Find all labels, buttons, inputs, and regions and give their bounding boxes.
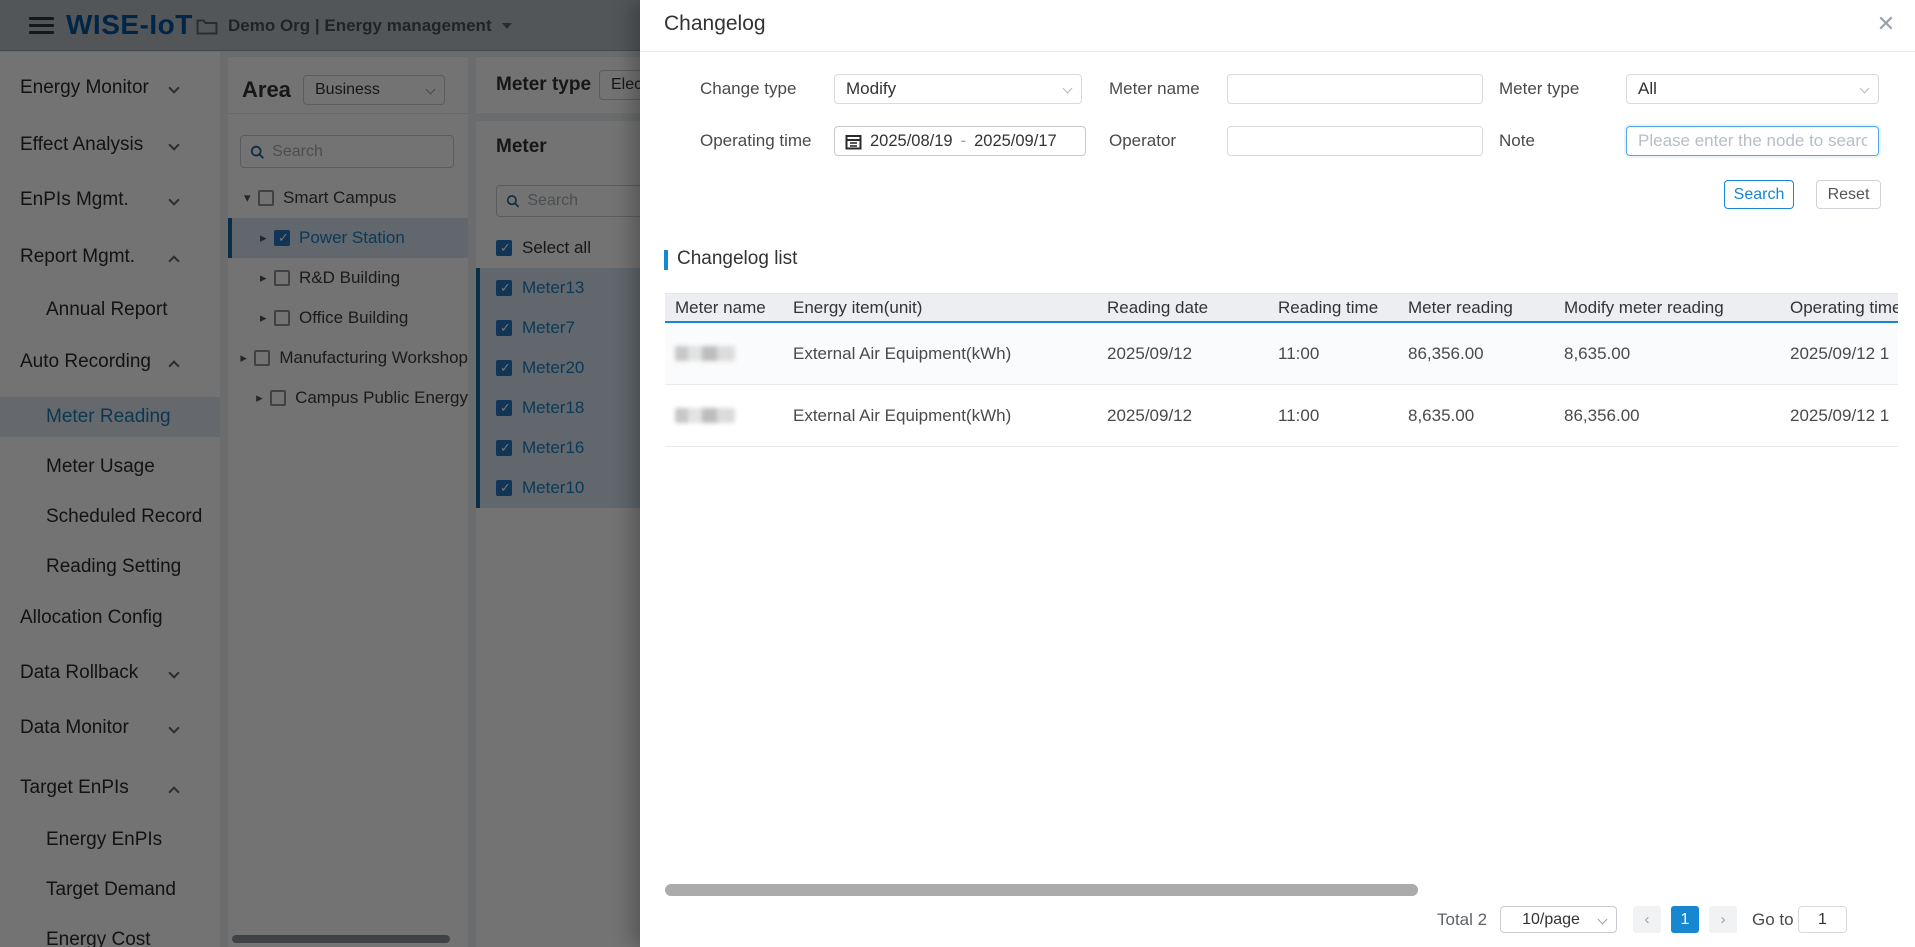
meter-name-input[interactable] — [1227, 74, 1483, 104]
table-header-row: Meter name Energy item(unit) Reading dat… — [665, 293, 1898, 323]
change-type-label: Change type — [700, 74, 796, 104]
meter-type-filter-label: Meter type — [1499, 74, 1579, 104]
col-reading-date: Reading date — [1107, 294, 1278, 321]
goto-page-input[interactable] — [1798, 906, 1847, 933]
modal-title: Changelog — [664, 12, 766, 36]
search-button[interactable]: Search — [1724, 180, 1794, 209]
app-root: WISE-IoT Demo Org | Energy management En… — [0, 0, 1915, 947]
close-icon[interactable]: ✕ — [1870, 8, 1902, 40]
col-energy-item: Energy item(unit) — [793, 294, 1107, 321]
goto-label: Go to — [1752, 906, 1794, 933]
next-page-button[interactable]: › — [1709, 906, 1737, 933]
changelog-modal: Changelog ✕ Change type Modify Meter nam… — [640, 0, 1915, 947]
redacted-meter-name — [675, 408, 735, 423]
note-input[interactable] — [1626, 126, 1879, 156]
date-separator: - — [961, 132, 967, 151]
table-row[interactable]: External Air Equipment(kWh) 2025/09/12 1… — [665, 385, 1898, 447]
chevron-down-icon — [1860, 84, 1870, 94]
changelog-list-title: Changelog list — [677, 248, 797, 270]
operating-time-range[interactable]: 2025/08/19 - 2025/09/17 — [834, 126, 1086, 156]
table-row[interactable]: External Air Equipment(kWh) 2025/09/12 1… — [665, 323, 1898, 385]
operating-time-label: Operating time — [700, 126, 812, 156]
reset-button[interactable]: Reset — [1816, 180, 1881, 209]
col-operating-time: Operating time — [1790, 294, 1898, 321]
calendar-icon — [845, 133, 862, 150]
note-label: Note — [1499, 126, 1535, 156]
col-reading-time: Reading time — [1278, 294, 1408, 321]
meter-name-label: Meter name — [1109, 74, 1200, 104]
page-1-button[interactable]: 1 — [1671, 906, 1699, 933]
operator-label: Operator — [1109, 126, 1176, 156]
redacted-meter-name — [675, 346, 735, 361]
chevron-down-icon — [1063, 84, 1073, 94]
horizontal-scrollbar[interactable] — [665, 884, 1418, 896]
changelog-table: Meter name Energy item(unit) Reading dat… — [665, 293, 1898, 463]
col-modify-meter-reading: Modify meter reading — [1564, 294, 1790, 321]
change-type-select[interactable]: Modify — [834, 74, 1082, 104]
chevron-down-icon — [1598, 915, 1608, 925]
date-to[interactable]: 2025/09/17 — [974, 132, 1057, 151]
prev-page-button[interactable]: ‹ — [1633, 906, 1661, 933]
col-meter-name: Meter name — [665, 294, 793, 321]
page-size-select[interactable]: 10/page — [1500, 906, 1617, 933]
operator-input[interactable] — [1227, 126, 1483, 156]
section-accent-bar — [664, 250, 668, 270]
meter-type-select[interactable]: All — [1626, 74, 1879, 104]
divider — [640, 51, 1915, 52]
pagination-total: Total 2 — [1437, 906, 1487, 933]
date-from[interactable]: 2025/08/19 — [870, 132, 953, 151]
col-meter-reading: Meter reading — [1408, 294, 1564, 321]
